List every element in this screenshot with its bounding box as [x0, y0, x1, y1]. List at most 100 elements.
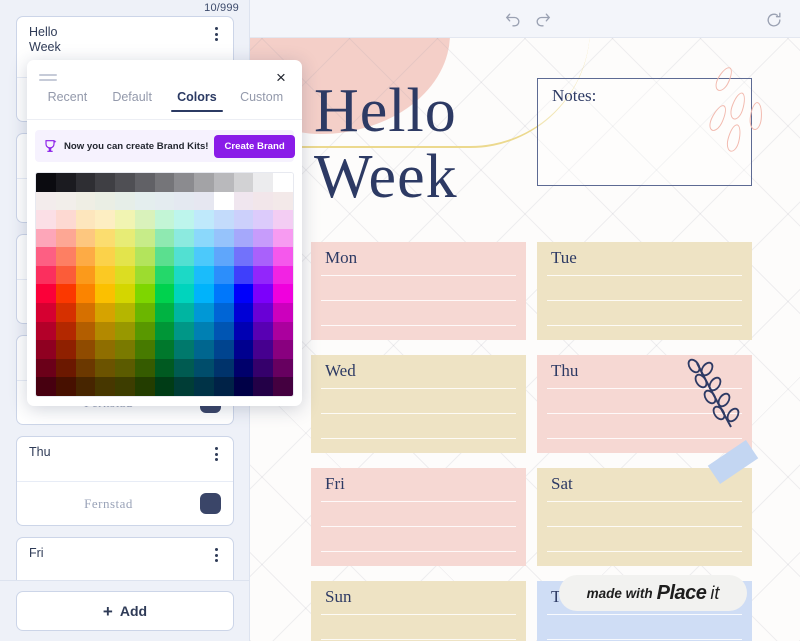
color-swatch-10-11[interactable]: [253, 358, 274, 378]
color-swatch-4-7[interactable]: [174, 247, 195, 266]
color-swatch-3-12[interactable]: [273, 228, 293, 248]
color-swatch-9-0[interactable]: [36, 340, 56, 359]
color-swatch-7-4[interactable]: [115, 303, 135, 322]
color-swatch-9-3[interactable]: [95, 340, 116, 359]
color-swatch-8-9[interactable]: [213, 321, 234, 341]
refresh-icon[interactable]: [764, 10, 784, 30]
color-swatch-9-7[interactable]: [174, 340, 195, 359]
color-swatch-9-12[interactable]: [273, 340, 293, 359]
color-swatch-1-9[interactable]: [214, 192, 234, 211]
color-swatch-6-7[interactable]: [174, 284, 195, 304]
color-swatch-2-12[interactable]: [273, 210, 293, 229]
color-swatch-6-11[interactable]: [253, 284, 274, 304]
color-swatch-2-0[interactable]: [36, 210, 56, 229]
color-swatch-2-3[interactable]: [95, 210, 116, 229]
color-swatch-7-0[interactable]: [36, 303, 56, 322]
color-swatch-9-1[interactable]: [55, 340, 76, 359]
color-swatch-9-8[interactable]: [194, 340, 214, 359]
color-swatch-5-8[interactable]: [194, 265, 214, 285]
color-swatch-4-3[interactable]: [95, 247, 116, 266]
color-swatch-3-2[interactable]: [75, 228, 96, 248]
close-icon[interactable]: ×: [270, 66, 292, 88]
kebab-menu-icon[interactable]: [209, 26, 223, 42]
color-swatch-0-1[interactable]: [55, 173, 76, 192]
color-swatch-2-1[interactable]: [55, 210, 76, 229]
color-swatch-7-11[interactable]: [253, 303, 274, 322]
color-swatch-10-7[interactable]: [174, 358, 195, 378]
color-swatch-10-2[interactable]: [75, 358, 96, 378]
day-label[interactable]: Tue: [551, 248, 577, 268]
color-swatch-9-4[interactable]: [115, 340, 135, 359]
color-swatch-5-11[interactable]: [253, 265, 274, 285]
color-swatch-11-2[interactable]: [75, 377, 96, 396]
canvas-title-week[interactable]: Week: [314, 146, 458, 208]
color-swatch-8-6[interactable]: [154, 321, 175, 341]
color-swatch-4-1[interactable]: [55, 247, 76, 266]
color-swatch-5-7[interactable]: [174, 265, 195, 285]
card-title[interactable]: Fri: [17, 538, 233, 582]
color-swatch-0-3[interactable]: [95, 173, 116, 192]
color-swatch-0-9[interactable]: [213, 173, 234, 192]
color-swatch-grid[interactable]: [36, 173, 293, 396]
color-swatch-8-10[interactable]: [233, 321, 254, 341]
drag-handle-icon[interactable]: [39, 70, 57, 84]
color-swatch-2-6[interactable]: [154, 210, 175, 229]
color-swatch-0-11[interactable]: [253, 173, 274, 192]
color-swatch-10-0[interactable]: [36, 358, 56, 378]
color-swatch-6-10[interactable]: [233, 284, 254, 304]
color-swatch-2-7[interactable]: [174, 210, 195, 229]
color-swatch-3-6[interactable]: [154, 228, 175, 248]
color-swatch-7-6[interactable]: [154, 303, 175, 322]
tab-custom[interactable]: Custom: [229, 90, 294, 111]
color-swatch-5-3[interactable]: [95, 265, 116, 285]
redo-icon[interactable]: [533, 10, 553, 30]
color-swatch-7-1[interactable]: [55, 303, 76, 322]
color-swatch-0-2[interactable]: [75, 173, 96, 192]
color-swatch-10-9[interactable]: [213, 358, 234, 378]
color-swatch-1-10[interactable]: [233, 191, 254, 211]
color-swatch-4-6[interactable]: [154, 247, 175, 266]
card-style-row[interactable]: Fernstad: [17, 481, 233, 525]
color-swatch-11-3[interactable]: [95, 377, 116, 396]
color-swatch-5-9[interactable]: [213, 265, 234, 285]
color-swatch-4-2[interactable]: [75, 247, 96, 266]
color-swatch-11-7[interactable]: [174, 377, 195, 396]
color-swatch-1-3[interactable]: [95, 191, 116, 211]
color-swatch-10-6[interactable]: [154, 358, 175, 378]
color-swatch-10-5[interactable]: [134, 358, 155, 378]
day-box-tue[interactable]: Tue: [537, 242, 752, 340]
color-swatch-1-8[interactable]: [194, 191, 214, 211]
list-item[interactable]: Thu Fernstad: [16, 436, 234, 526]
color-swatch-3-3[interactable]: [95, 228, 116, 248]
color-swatch-11-8[interactable]: [194, 377, 214, 396]
color-swatch-5-0[interactable]: [36, 265, 56, 285]
color-swatch-1-7[interactable]: [174, 191, 195, 211]
color-swatch-7-2[interactable]: [75, 303, 96, 322]
color-swatch-3-11[interactable]: [253, 228, 274, 248]
color-swatch-6-8[interactable]: [194, 284, 214, 304]
create-brand-button[interactable]: Create Brand: [214, 134, 295, 158]
canvas-title-hello[interactable]: Hello: [314, 80, 457, 142]
color-swatch-2-8[interactable]: [194, 210, 214, 229]
color-swatch-2-10[interactable]: [233, 210, 254, 229]
color-chip[interactable]: [200, 493, 221, 514]
color-swatch-5-4[interactable]: [115, 265, 135, 285]
color-swatch-3-0[interactable]: [36, 228, 56, 248]
color-swatch-5-6[interactable]: [154, 265, 175, 285]
color-swatch-7-8[interactable]: [194, 303, 214, 322]
color-swatch-9-11[interactable]: [253, 340, 274, 359]
day-box-fri[interactable]: Fri: [311, 468, 526, 566]
color-swatch-10-1[interactable]: [55, 358, 76, 378]
color-swatch-10-10[interactable]: [233, 358, 254, 378]
color-swatch-8-1[interactable]: [55, 321, 76, 341]
color-swatch-11-5[interactable]: [134, 377, 155, 396]
color-swatch-3-8[interactable]: [194, 228, 214, 248]
color-swatch-1-1[interactable]: [55, 191, 76, 211]
color-swatch-4-8[interactable]: [194, 247, 214, 266]
color-swatch-4-4[interactable]: [115, 247, 135, 266]
color-swatch-8-3[interactable]: [95, 321, 116, 341]
color-swatch-6-0[interactable]: [36, 284, 56, 304]
color-swatch-1-4[interactable]: [115, 191, 135, 211]
color-swatch-3-10[interactable]: [233, 228, 254, 248]
color-swatch-7-7[interactable]: [174, 303, 195, 322]
